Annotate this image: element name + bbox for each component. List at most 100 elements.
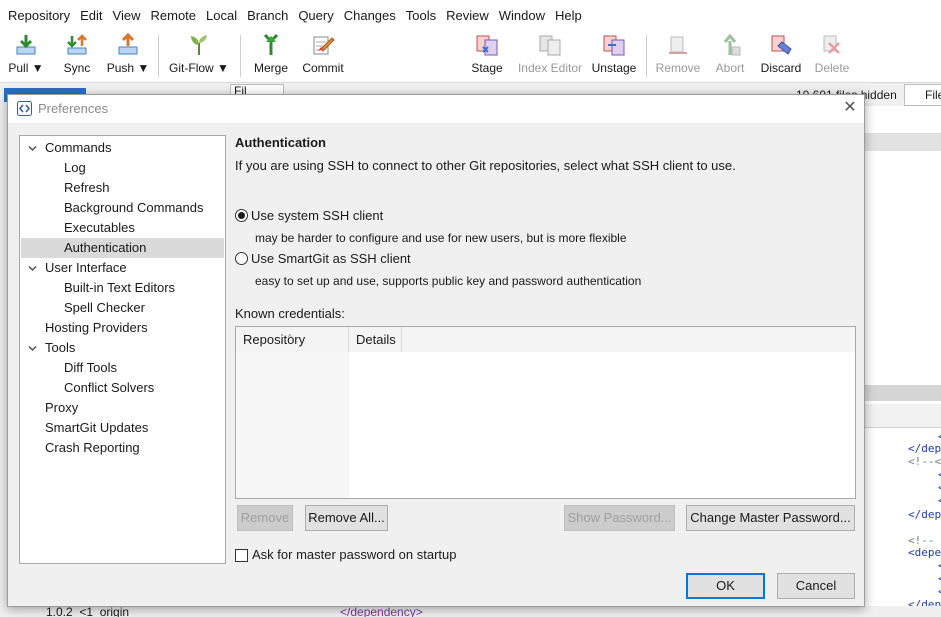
commit-label: Commit <box>302 61 344 75</box>
index-editor-icon <box>539 35 561 56</box>
repository-column-body <box>236 352 349 498</box>
ask-master-password-checkbox[interactable] <box>235 549 248 562</box>
credentials-table: ^ Repository Details <box>235 326 856 499</box>
pull-icon <box>16 35 36 55</box>
ok-button[interactable]: OK <box>686 573 765 599</box>
menu-review[interactable]: Review <box>441 0 494 31</box>
menu-help[interactable]: Help <box>550 0 587 31</box>
tree-item-label: Log <box>64 160 86 175</box>
tree-item-label: Refresh <box>64 180 110 195</box>
menu-remote[interactable]: Remote <box>146 0 202 31</box>
smartgit-ssh-label[interactable]: Use SmartGit as SSH client <box>251 251 411 266</box>
bottom-area <box>0 606 941 617</box>
sync-button[interactable]: Sync <box>58 33 96 79</box>
tree-item-crash-reporting[interactable]: Crash Reporting <box>21 438 224 458</box>
stage-label: Stage <box>471 61 503 75</box>
menu-changes[interactable]: Changes <box>339 0 401 31</box>
details-header-label: Details <box>356 332 396 347</box>
menu-view[interactable]: View <box>108 0 146 31</box>
table-header-filler <box>402 327 855 352</box>
system-ssh-label[interactable]: Use system SSH client <box>251 208 383 223</box>
tree-item-commands[interactable]: Commands <box>21 138 224 158</box>
tree-item-label: Hosting Providers <box>45 320 148 335</box>
remove-all-button[interactable]: Remove All... <box>305 505 388 531</box>
menu-bar: Repository Edit View Remote Local Branch Query… <box>0 0 941 31</box>
unstage-icon <box>603 35 625 56</box>
push-icon <box>118 33 138 55</box>
tree-item-background-commands[interactable]: Background Commands <box>21 198 224 218</box>
abort-button[interactable]: Abort <box>712 33 748 79</box>
menu-local[interactable]: Local <box>201 0 242 31</box>
preferences-dialog: Preferences ✕ Commands Log Refresh Backgrou… <box>7 94 865 607</box>
ask-master-password-label[interactable]: Ask for master password on startup <box>252 547 456 562</box>
right-panel-splitter[interactable] <box>864 385 941 401</box>
cancel-button[interactable]: Cancel <box>777 573 855 599</box>
gitflow-label: Git-Flow ▼ <box>169 61 229 75</box>
smartgit-ssh-hint: easy to set up and use, supports public … <box>255 274 642 288</box>
close-icon[interactable]: ✕ <box>840 98 860 118</box>
app-icon <box>17 101 32 116</box>
tree-item-built-in-text-editors[interactable]: Built-in Text Editors <box>21 278 224 298</box>
commit-button[interactable]: Commit <box>300 33 346 79</box>
tree-item-diff-tools[interactable]: Diff Tools <box>21 358 224 378</box>
preferences-tree: Commands Log Refresh Background Commands Exe… <box>19 135 226 564</box>
chevron-down-icon[interactable] <box>28 144 37 153</box>
delete-icon <box>823 35 840 54</box>
tree-item-label: SmartGit Updates <box>45 420 149 435</box>
tree-item-label: Executables <box>64 220 135 235</box>
repository-header-label: Repository <box>243 332 306 347</box>
unstage-button[interactable]: Unstage <box>591 33 637 79</box>
stage-icon <box>476 35 498 56</box>
sync-icon <box>67 34 87 55</box>
change-master-password-button[interactable]: Change Master Password... <box>686 505 855 531</box>
smartgit-ssh-radio[interactable] <box>235 252 248 265</box>
menu-query[interactable]: Query <box>293 0 338 31</box>
tree-item-log[interactable]: Log <box>21 158 224 178</box>
merge-button[interactable]: Merge <box>251 33 291 79</box>
known-credentials-label: Known credentials: <box>235 306 345 321</box>
tree-item-label: Proxy <box>45 400 79 415</box>
chevron-down-icon[interactable] <box>28 344 37 353</box>
menu-branch[interactable]: Branch <box>242 0 293 31</box>
right-panel-header <box>864 133 941 151</box>
tree-item-authentication[interactable]: Authentication <box>21 238 224 258</box>
tree-item-label: Crash Reporting <box>45 440 140 455</box>
menu-tools[interactable]: Tools <box>401 0 441 31</box>
push-button[interactable]: Push ▼ <box>106 33 150 79</box>
tree-item-user-interface[interactable]: User Interface <box>21 258 224 278</box>
merge-label: Merge <box>253 61 288 75</box>
menu-repository[interactable]: Repository <box>3 0 75 31</box>
tree-item-proxy[interactable]: Proxy <box>21 398 224 418</box>
stage-button[interactable]: Stage <box>469 33 505 79</box>
tree-item-label: Tools <box>45 340 76 355</box>
tree-item-spell-checker[interactable]: Spell Checker <box>21 298 224 318</box>
menu-window[interactable]: Window <box>494 0 550 31</box>
tree-item-tools[interactable]: Tools <box>21 338 224 358</box>
tree-item-executables[interactable]: Executables <box>21 218 224 238</box>
repository-column-header[interactable]: ^ Repository <box>236 327 349 352</box>
gitflow-button[interactable]: Git-Flow ▼ <box>168 33 230 79</box>
file-filter-input[interactable]: File <box>904 84 941 106</box>
pull-button[interactable]: Pull ▼ <box>6 33 46 79</box>
tree-item-label: Spell Checker <box>64 300 145 315</box>
tree-item-conflict-solvers[interactable]: Conflict Solvers <box>21 378 224 398</box>
tree-item-smartgit-updates[interactable]: SmartGit Updates <box>21 418 224 438</box>
tree-item-refresh[interactable]: Refresh <box>21 178 224 198</box>
push-label: Push ▼ <box>106 61 150 75</box>
sort-ascending-icon: ^ <box>288 333 292 342</box>
system-ssh-radio[interactable] <box>235 209 248 222</box>
remove-button[interactable]: Remove <box>655 33 701 79</box>
remove-label: Remove <box>655 61 701 75</box>
discard-button[interactable]: Discard <box>758 33 804 79</box>
menu-edit[interactable]: Edit <box>75 0 107 31</box>
toolbar-separator <box>240 35 241 77</box>
show-password-button[interactable]: Show Password... <box>564 505 675 531</box>
index-editor-button[interactable]: Index Editor <box>516 33 584 79</box>
chevron-down-icon[interactable] <box>28 264 37 273</box>
delete-button[interactable]: Delete <box>812 33 852 79</box>
tree-item-hosting-providers[interactable]: Hosting Providers <box>21 318 224 338</box>
unstage-label: Unstage <box>591 61 637 75</box>
remove-credential-button[interactable]: Remove <box>237 505 293 531</box>
details-column-header[interactable]: Details <box>349 327 402 352</box>
pull-label: Pull ▼ <box>8 61 44 75</box>
